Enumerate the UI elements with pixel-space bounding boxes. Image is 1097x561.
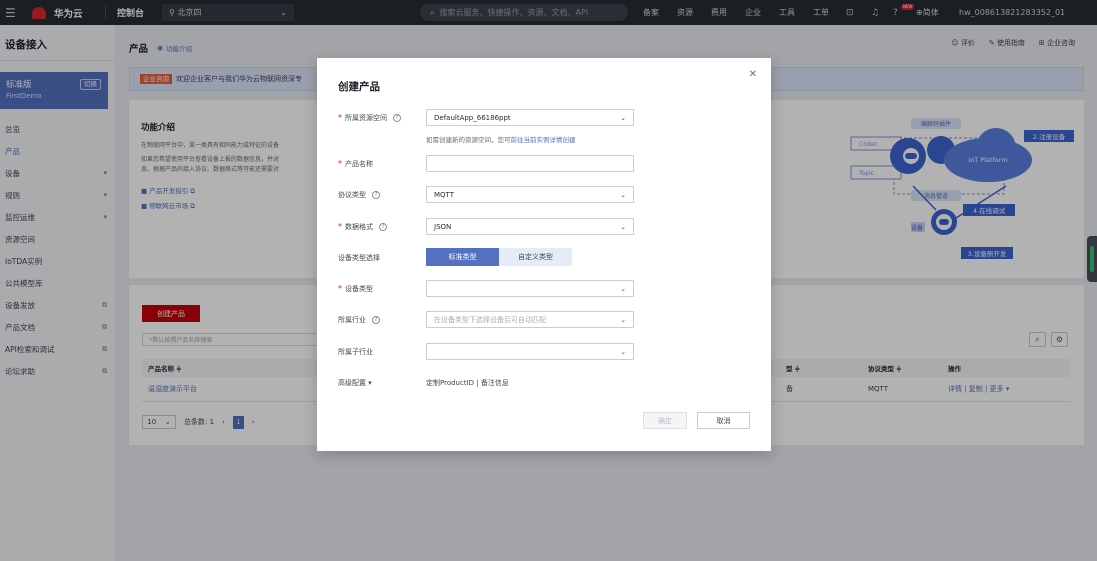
field-label-protocol: 协议类型? — [338, 187, 380, 202]
field-label-sub-industry: 所属子行业 — [338, 344, 373, 359]
label-text: 数据格式 — [345, 222, 373, 231]
dialog-title: 创建产品 — [338, 81, 380, 93]
create-product-dialog: 创建产品 ✕ * 所属资源空间? DefaultApp_66186ppt ⌄ 如需创… — [317, 58, 771, 451]
label-text: 协议类型 — [338, 190, 366, 199]
field-label-device-type: * 设备类型 — [338, 284, 373, 293]
help-icon[interactable]: ? — [379, 222, 387, 231]
help-icon[interactable]: ? — [393, 113, 401, 122]
label-text: 所属子行业 — [338, 347, 373, 356]
field-label-space: * 所属资源空间? — [338, 110, 401, 125]
data-format-select[interactable]: JSON ⌄ — [426, 218, 634, 235]
advanced-config-toggle[interactable]: 高级配置 ▾ — [338, 375, 372, 390]
help-icon[interactable]: ? — [372, 190, 380, 199]
product-name-input[interactable] — [426, 155, 634, 172]
chevron-down-icon: ⌄ — [620, 190, 626, 199]
close-icon[interactable]: ✕ — [749, 69, 757, 80]
chevron-down-icon: ⌄ — [620, 222, 626, 231]
chevron-down-icon: ⌄ — [620, 113, 626, 122]
chevron-down-icon: ⌄ — [620, 315, 626, 324]
field-label-format: * 数据格式? — [338, 219, 387, 234]
select-value: MQTT — [434, 190, 454, 199]
select-value: DefaultApp_66186ppt — [434, 113, 511, 122]
confirm-button[interactable]: 确定 — [643, 412, 687, 429]
select-placeholder: 在设备类型下选择设备后可自动匹配 — [434, 315, 546, 324]
field-label-type-select: 设备类型选择 — [338, 250, 380, 265]
standard-type-button[interactable]: 标准类型 — [426, 248, 499, 266]
resource-space-select[interactable]: DefaultApp_66186ppt ⌄ — [426, 109, 634, 126]
field-label-industry: 所属行业? — [338, 312, 380, 327]
label-text: 设备类型 — [345, 284, 373, 293]
sub-industry-select[interactable]: ⌄ — [426, 343, 634, 360]
label-text: 所属资源空间 — [345, 113, 387, 122]
help-icon[interactable]: ? — [372, 315, 380, 324]
hint-text: 如需创建新的资源空间，您可 — [426, 136, 511, 144]
field-label-name: * 产品名称 — [338, 159, 373, 168]
label-text: 产品名称 — [345, 159, 373, 168]
label-text: 设备类型选择 — [338, 253, 380, 262]
cancel-button[interactable]: 取消 — [697, 412, 750, 429]
advanced-config-summary: 定制ProductID | 备注信息 — [426, 379, 509, 387]
custom-type-button[interactable]: 自定义类型 — [499, 248, 572, 266]
space-hint: 如需创建新的资源空间，您可前往当前实例详情创建 — [426, 134, 576, 144]
device-type-mode-toggle: 标准类型 自定义类型 — [426, 248, 572, 266]
label-text: 所属行业 — [338, 315, 366, 324]
industry-select[interactable]: 在设备类型下选择设备后可自动匹配 ⌄ — [426, 311, 634, 328]
create-space-link[interactable]: 前往当前实例详情创建 — [511, 136, 576, 144]
chevron-down-icon: ⌄ — [620, 347, 626, 356]
device-type-select[interactable]: ⌄ — [426, 280, 634, 297]
chevron-down-icon: ⌄ — [620, 284, 626, 293]
select-value: JSON — [434, 222, 452, 231]
protocol-select[interactable]: MQTT ⌄ — [426, 186, 634, 203]
